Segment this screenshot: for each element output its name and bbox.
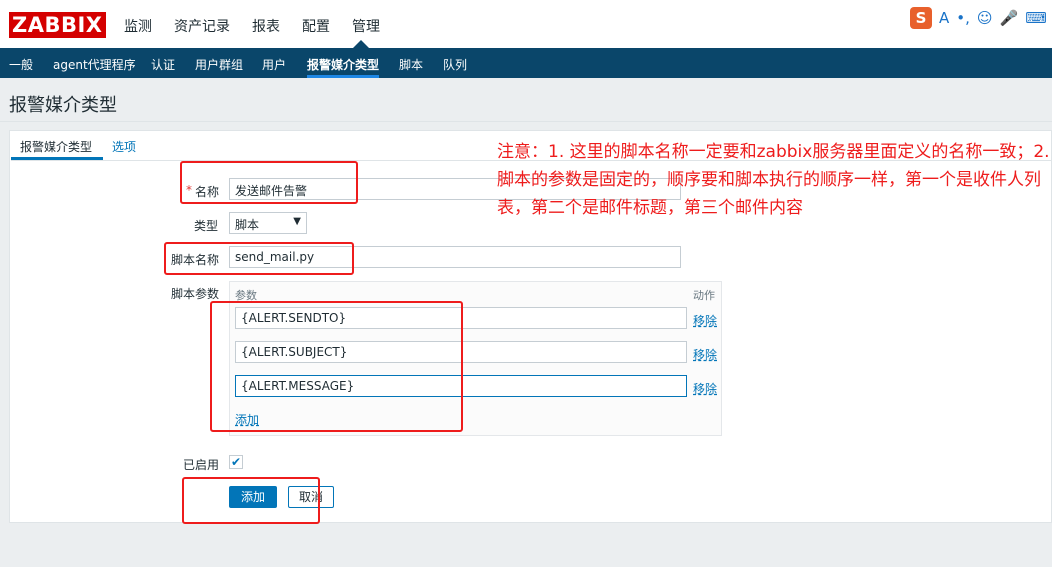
annotation-note: 注意：1. 这里的脚本名称一定要和zabbix服务器里面定义的名称一致；2. 脚… [497, 142, 1050, 218]
font-icon[interactable]: A [939, 9, 949, 27]
checkmark-icon: ✔ [230, 455, 242, 469]
main-nav-administration[interactable]: 管理 [352, 16, 380, 36]
main-nav-monitoring[interactable]: 监测 [124, 16, 152, 36]
sub-nav-proxies[interactable]: agent代理程序 [53, 56, 136, 73]
remove-param-sendto-link[interactable]: 移除 [693, 312, 717, 329]
sub-nav-scripts[interactable]: 脚本 [399, 56, 423, 73]
type-select-value: 脚本 [235, 218, 260, 232]
tab-options[interactable]: 选项 [112, 138, 136, 155]
zabbix-logo[interactable]: ZABBIX [9, 12, 106, 38]
sub-nav-user-groups[interactable]: 用户群组 [195, 56, 243, 73]
enabled-label: 已启用 [183, 458, 220, 472]
highlight-box-params [210, 301, 463, 432]
sub-nav-general[interactable]: 一般 [9, 56, 33, 73]
page-footer-area [0, 524, 1052, 567]
highlight-box-name [180, 161, 358, 204]
script-params-label: 脚本参数 [171, 287, 220, 301]
sub-nav-media-types[interactable]: 报警媒介类型 [307, 56, 379, 73]
remove-param-subject-link[interactable]: 移除 [693, 346, 717, 363]
page-title: 报警媒介类型 [9, 95, 117, 116]
active-nav-caret [353, 40, 369, 48]
sub-nav-active-underline [307, 75, 379, 78]
highlight-box-buttons [182, 477, 320, 524]
sub-nav: 一般 agent代理程序 认证 用户群组 用户 报警媒介类型 脚本 队列 [0, 48, 1052, 78]
highlight-box-script-name [164, 242, 354, 275]
ime-toolbar: S A •, ☺ 🎤 ⌨ [910, 6, 1047, 30]
main-nav-configuration[interactable]: 配置 [302, 16, 330, 36]
sub-nav-authentication[interactable]: 认证 [151, 56, 175, 73]
title-divider [0, 121, 1052, 122]
keyboard-icon[interactable]: ⌨ [1025, 9, 1047, 27]
type-select[interactable]: 脚本 ▼ [229, 212, 307, 234]
type-label: 类型 [194, 219, 219, 233]
emoji-icon[interactable]: ☺ [977, 9, 993, 27]
microphone-icon[interactable]: 🎤 [1000, 9, 1019, 27]
top-header: ZABBIX 监测 资产记录 报表 配置 管理 S A •, ☺ 🎤 ⌨ [0, 0, 1052, 48]
sub-nav-users[interactable]: 用户 [262, 56, 286, 73]
punctuation-icon[interactable]: •, [956, 9, 970, 27]
chevron-down-icon: ▼ [293, 216, 301, 227]
enabled-checkbox[interactable]: ✔ [229, 455, 243, 469]
main-nav-reports[interactable]: 报表 [252, 16, 280, 36]
action-column-header: 动作 [693, 289, 715, 302]
main-nav: 监测 资产记录 报表 配置 管理 [124, 16, 402, 36]
tab-media-type[interactable]: 报警媒介类型 [20, 138, 92, 155]
main-nav-inventory[interactable]: 资产记录 [174, 16, 230, 36]
remove-param-message-link[interactable]: 移除 [693, 380, 717, 397]
sub-nav-queue[interactable]: 队列 [443, 56, 467, 73]
sogou-icon[interactable]: S [910, 7, 932, 29]
